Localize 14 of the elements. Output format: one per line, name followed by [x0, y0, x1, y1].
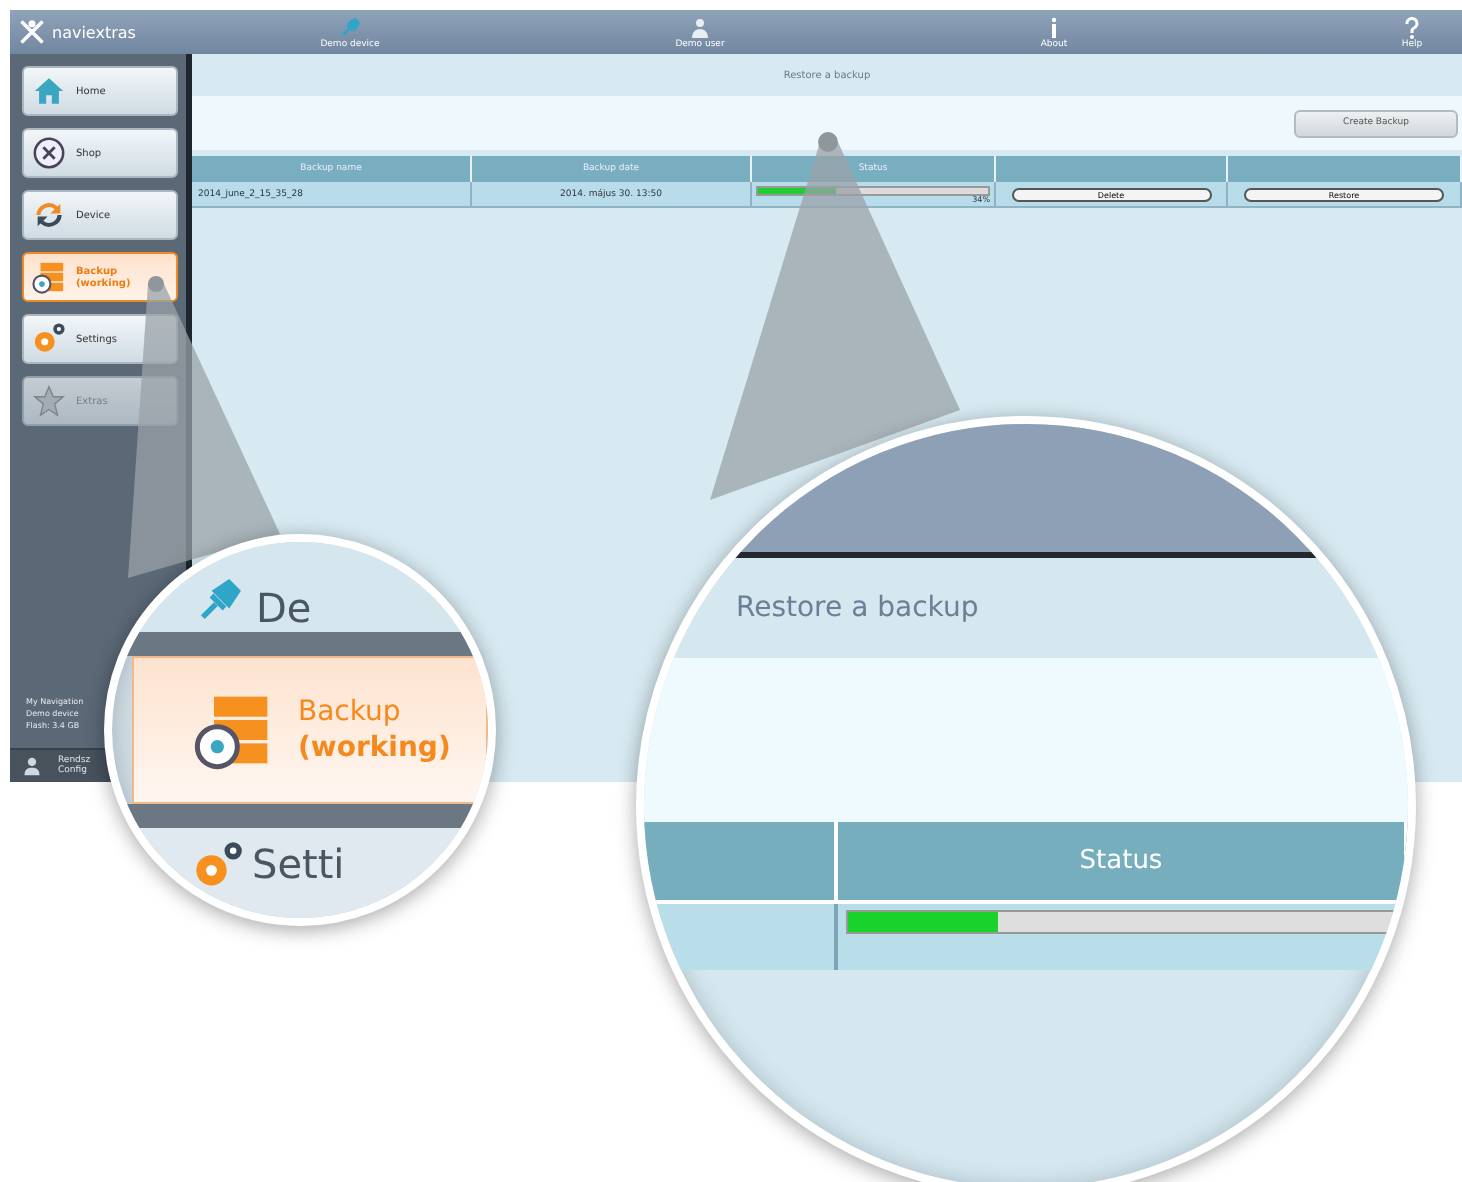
user-icon [688, 15, 712, 39]
sidebar-item-text: De [256, 584, 312, 632]
logo-text: naviextras [52, 23, 136, 41]
logo-icon [18, 18, 46, 46]
plug-icon [338, 15, 362, 39]
server-disc-icon [32, 260, 66, 294]
star-icon [32, 384, 66, 418]
help-icon [1400, 15, 1424, 39]
house-icon [32, 74, 66, 108]
sync-icon [32, 198, 66, 232]
gears-icon [32, 322, 66, 356]
sidebar-item-text: Setti [252, 840, 345, 888]
person-icon [22, 756, 42, 776]
gears-icon [192, 840, 244, 892]
